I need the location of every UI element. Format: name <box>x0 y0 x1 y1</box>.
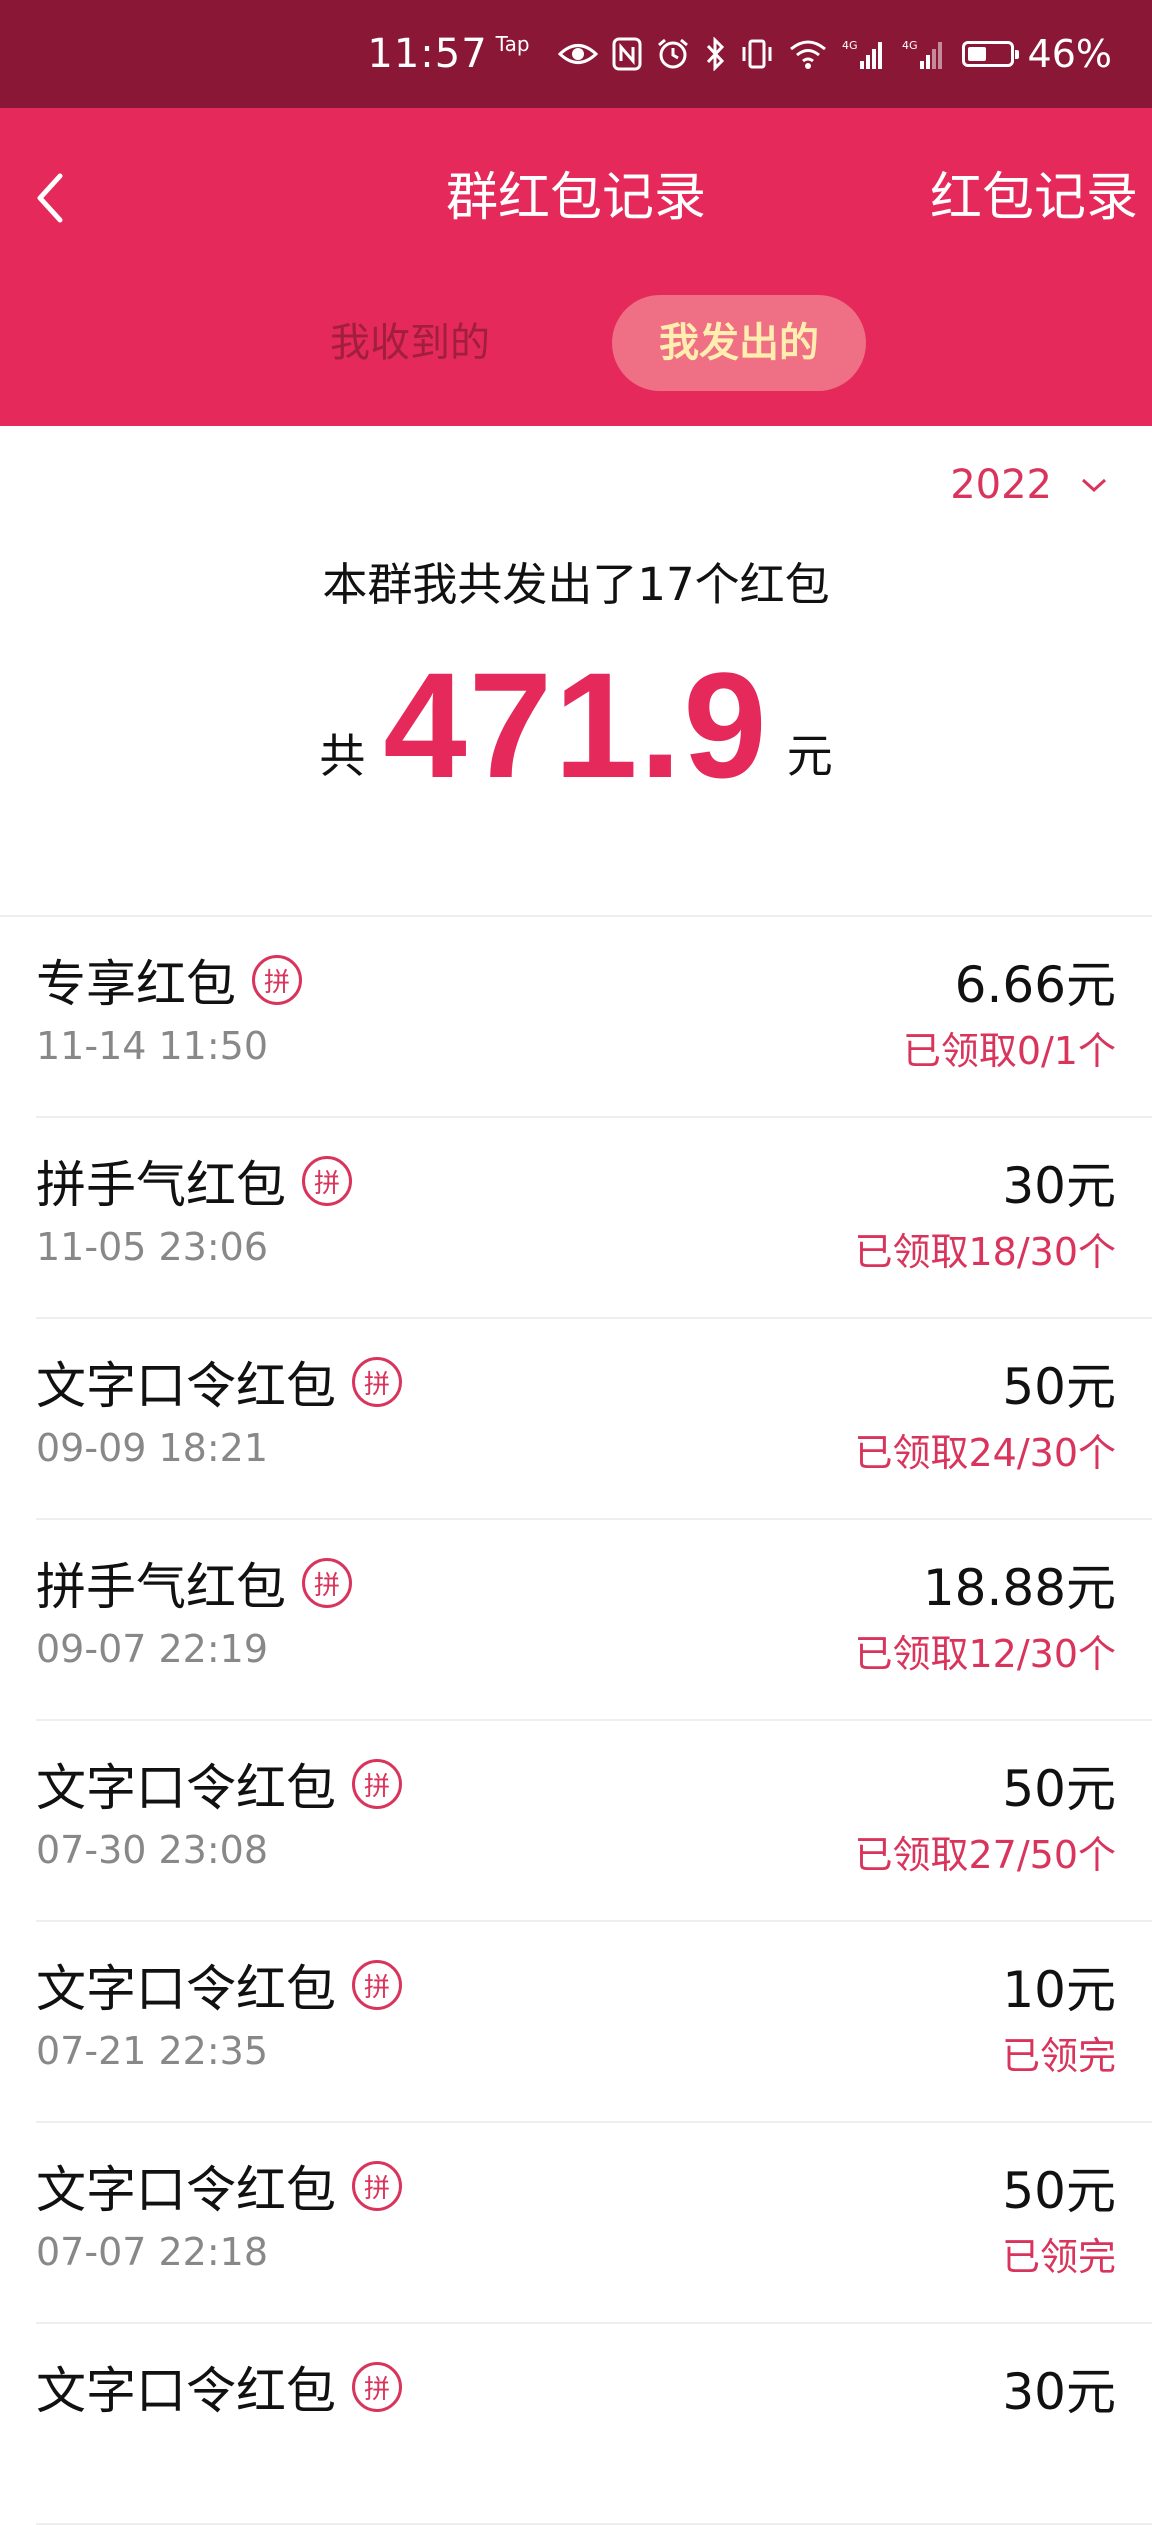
bluetooth-icon <box>704 34 726 74</box>
list-item[interactable]: 专享红包拼 11-14 11:50 6.66元已领取0/1个 <box>36 917 1152 1118</box>
record-status: 已领取12/30个 <box>854 1632 1116 1676</box>
list-item[interactable]: 文字口令红包拼 07-21 22:35 10元已领完 <box>36 1922 1152 2123</box>
pin-badge-icon: 拼 <box>352 1960 402 2010</box>
record-name-group: 文字口令红包拼 <box>36 2151 402 2221</box>
list-item[interactable]: 文字口令红包拼 30元 <box>36 2324 1152 2525</box>
status-time: 11:57 <box>367 31 488 77</box>
pin-badge-icon: 拼 <box>352 1759 402 1809</box>
record-amount: 30元 <box>1002 2363 1116 2421</box>
record-name-group: 拼手气红包拼 <box>36 1146 352 1216</box>
tap-indicator: Tap <box>495 32 530 56</box>
pin-badge-icon: 拼 <box>302 1558 352 1608</box>
record-name: 拼手气红包 <box>36 1558 286 1616</box>
record-time: 07-30 23:08 <box>36 1828 269 1872</box>
record-name-group: 专享红包拼 <box>36 945 302 1015</box>
svg-text:4G: 4G <box>842 39 858 52</box>
record-name: 文字口令红包 <box>36 2161 336 2219</box>
eye-icon <box>557 34 598 74</box>
record-status: 已领取27/50个 <box>854 1833 1116 1877</box>
nfc-icon <box>612 34 642 74</box>
list-item[interactable]: 拼手气红包拼 09-07 22:19 18.88元已领取12/30个 <box>36 1520 1152 1721</box>
header: 群红包记录 红包记录 我收到的 我发出的 <box>0 108 1152 426</box>
record-status: 已领完 <box>1001 2235 1116 2279</box>
record-time: 07-07 22:18 <box>36 2230 269 2274</box>
chevron-down-icon <box>1081 478 1107 493</box>
vibrate-icon <box>740 34 774 74</box>
svg-text:4G: 4G <box>902 39 918 52</box>
alarm-icon <box>656 34 690 74</box>
record-name: 文字口令红包 <box>36 1759 336 1817</box>
list-item[interactable]: 文字口令红包拼 09-09 18:21 50元已领取24/30个 <box>36 1319 1152 1520</box>
pin-badge-icon: 拼 <box>352 2362 402 2412</box>
record-amount: 50元 <box>1002 1760 1116 1818</box>
list-item[interactable]: 拼手气红包拼 11-05 23:06 30元已领取18/30个 <box>36 1118 1152 1319</box>
record-amount: 18.88元 <box>922 1559 1116 1617</box>
record-time: 09-07 22:19 <box>36 1627 269 1671</box>
record-time: 09-09 18:21 <box>36 1426 269 1470</box>
record-amount: 6.66元 <box>954 956 1116 1014</box>
tab-received[interactable]: 我收到的 <box>320 295 500 391</box>
year-selector[interactable]: 2022 <box>950 455 1108 515</box>
record-name: 拼手气红包 <box>36 1156 286 1214</box>
status-bar: 11:57 Tap 4G 4G 46% <box>0 0 1152 108</box>
list-item[interactable]: 文字口令红包拼 07-07 22:18 50元已领完 <box>36 2123 1152 2324</box>
record-status: 已领取0/1个 <box>902 1029 1116 1073</box>
pin-badge-icon: 拼 <box>252 955 302 1005</box>
total-prefix: 共 <box>319 729 366 783</box>
pin-badge-icon: 拼 <box>352 1357 402 1407</box>
status-indicators: 11:57 Tap 4G 4G 46% <box>367 0 1112 108</box>
record-amount: 50元 <box>1002 2162 1116 2220</box>
record-time: 07-21 22:35 <box>36 2029 269 2073</box>
record-status: 已领取24/30个 <box>854 1431 1116 1475</box>
battery-percent: 46% <box>1027 32 1112 76</box>
record-amount: 50元 <box>1002 1358 1116 1416</box>
total-amount: 471.9 <box>383 641 769 809</box>
record-name-group: 拼手气红包拼 <box>36 1548 352 1618</box>
record-name: 文字口令红包 <box>36 1357 336 1415</box>
tab-bar: 我收到的 我发出的 <box>0 295 1152 391</box>
signal-4g-icon: 4G <box>902 34 948 74</box>
wifi-icon <box>788 34 828 74</box>
record-time: 11-05 23:06 <box>36 1225 269 1269</box>
record-name-group: 文字口令红包拼 <box>36 1950 402 2020</box>
summary-description: 本群我共发出了17个红包 <box>322 558 830 611</box>
record-amount: 30元 <box>1002 1157 1116 1215</box>
record-link[interactable]: 红包记录 <box>930 148 1138 248</box>
record-list: 专享红包拼 11-14 11:50 6.66元 已领取0/1个 拼手气红包拼 11-05 … <box>0 917 1152 2525</box>
year-value: 2022 <box>950 462 1052 508</box>
battery-icon <box>961 34 1019 74</box>
battery-level <box>967 47 986 61</box>
list-item[interactable]: 文字口令红包拼 07-30 23:08 50元已领取27/50个 <box>36 1721 1152 1922</box>
record-name: 专享红包 <box>36 955 236 1013</box>
record-name-group: 文字口令红包拼 <box>36 2352 402 2422</box>
record-time: 11-14 11:50 <box>36 1024 269 1068</box>
record-name-group: 文字口令红包拼 <box>36 1749 402 1819</box>
tab-sent[interactable]: 我发出的 <box>612 295 866 391</box>
pin-badge-icon: 拼 <box>302 1156 352 1206</box>
record-name: 文字口令红包 <box>36 2362 336 2420</box>
record-name: 文字口令红包 <box>36 1960 336 2018</box>
record-name-group: 文字口令红包拼 <box>36 1347 402 1417</box>
record-amount: 10元 <box>1002 1961 1116 2019</box>
total-suffix: 元 <box>786 729 833 783</box>
pin-badge-icon: 拼 <box>352 2161 402 2211</box>
record-status: 已领完 <box>1001 2034 1116 2078</box>
signal-4g-icon: 4G <box>842 34 888 74</box>
record-status: 已领取18/30个 <box>854 1230 1116 1274</box>
total-amount-row: 共 471.9 元 <box>0 650 1152 800</box>
